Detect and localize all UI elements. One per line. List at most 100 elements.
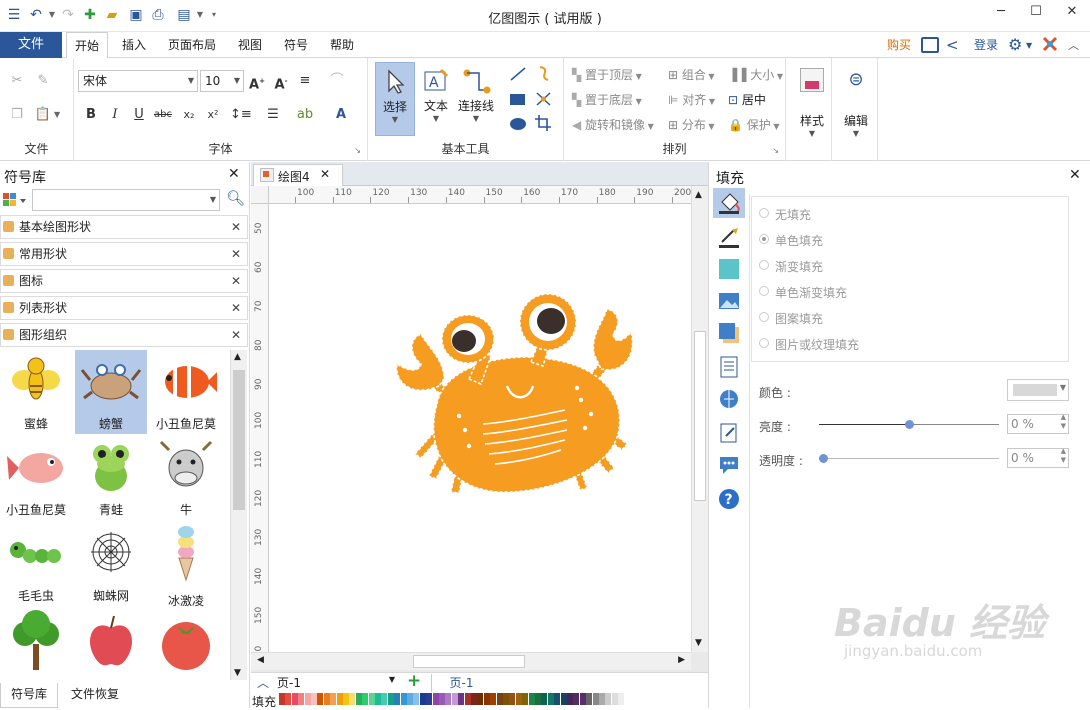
align-text-icon[interactable]: ≡ <box>296 72 314 90</box>
tab-home[interactable]: 开始 <box>66 32 108 59</box>
library-category-list-shapes[interactable]: 列表形状 ✕ <box>0 296 248 320</box>
color-swatch[interactable] <box>285 693 292 705</box>
bring-to-front-button[interactable]: ▚ 置于顶层 ▼ <box>572 66 642 83</box>
tab-page-layout[interactable]: 页面布局 <box>162 32 222 58</box>
symbol-apple[interactable] <box>75 608 147 678</box>
library-category-basic-shapes[interactable]: 基本绘图形状 ✕ <box>0 215 248 239</box>
italic-icon[interactable]: I <box>106 106 124 124</box>
library-grid-button[interactable] <box>2 191 28 209</box>
symbol-caterpillar[interactable]: 毛毛虫 <box>0 522 72 606</box>
close-library-icon[interactable]: ✕ <box>228 166 240 182</box>
color-swatch[interactable] <box>592 693 599 705</box>
settings-dropdown-icon[interactable]: ▼ <box>1026 41 1032 50</box>
fill-bucket-icon[interactable] <box>718 192 740 214</box>
color-swatch[interactable] <box>490 693 497 705</box>
format-painter-icon[interactable]: ✎ <box>34 72 52 90</box>
color-swatch[interactable] <box>298 693 305 705</box>
maximize-button[interactable]: ☐ <box>1025 4 1047 24</box>
paste-icon[interactable]: 📋 <box>34 106 52 124</box>
close-fill-panel-icon[interactable]: ✕ <box>1069 167 1081 183</box>
tab-insert[interactable]: 插入 <box>116 32 152 58</box>
edit-button[interactable]: ⊜ 编辑 ▼ <box>834 64 878 150</box>
note-icon[interactable] <box>718 422 740 444</box>
color-swatch[interactable] <box>522 693 529 705</box>
cut-icon[interactable]: ✂ <box>8 72 26 90</box>
color-swatch[interactable] <box>362 693 369 705</box>
transparency-slider[interactable] <box>819 454 999 463</box>
bullet-list-icon[interactable]: ☰ <box>264 106 282 124</box>
image-icon[interactable] <box>718 290 740 312</box>
color-swatch[interactable] <box>483 693 490 705</box>
color-swatch[interactable] <box>541 693 548 705</box>
symbol-tomato[interactable] <box>150 608 222 678</box>
send-to-back-button[interactable]: ▚ 置于底层 ▼ <box>572 91 642 108</box>
color-swatch[interactable] <box>599 693 605 705</box>
color-swatch[interactable] <box>586 693 593 705</box>
color-swatch[interactable] <box>394 693 401 705</box>
color-swatch[interactable] <box>579 693 586 705</box>
select-tool-button[interactable]: 选择 ▼ <box>375 62 415 136</box>
font-name-combo[interactable]: 宋体 ▼ <box>78 70 198 92</box>
help-icon[interactable]: ? <box>718 488 740 510</box>
color-swatch[interactable] <box>336 693 343 705</box>
color-swatch[interactable] <box>343 693 349 705</box>
line-spacing-icon[interactable]: ↕≡ <box>230 106 252 124</box>
scroll-up-icon[interactable]: ▲ <box>234 352 241 362</box>
library-category-graphic-org[interactable]: 图形组织 ✕ <box>0 323 248 347</box>
tab-symbol-library[interactable]: 符号库 <box>0 683 58 708</box>
fill-color-picker[interactable]: ▼ <box>1007 379 1069 401</box>
color-swatch[interactable] <box>458 693 465 705</box>
strikethrough-icon[interactable]: abc <box>154 106 172 124</box>
fill-option-solid[interactable]: 单色填充 <box>759 232 823 249</box>
comment-icon[interactable] <box>718 454 740 476</box>
brightness-slider[interactable] <box>819 420 999 429</box>
scroll-down-icon[interactable]: ▼ <box>234 668 241 678</box>
symbol-frog[interactable]: 青蛙 <box>75 436 147 520</box>
color-swatch[interactable] <box>554 693 561 705</box>
color-swatch[interactable] <box>439 693 445 705</box>
canvas-vscroll-thumb[interactable] <box>694 331 706 501</box>
text-tool-button[interactable]: A 文本 ▼ <box>416 62 456 136</box>
font-color-icon[interactable]: A <box>332 106 350 124</box>
line-shape-icon[interactable] <box>508 66 528 85</box>
color-swatch[interactable] <box>573 693 580 705</box>
connection-point-icon[interactable] <box>534 90 554 111</box>
fill-option-solid-gradient[interactable]: 单色渐变填充 <box>759 284 847 301</box>
color-swatch[interactable] <box>605 693 612 705</box>
transparency-slider-knob[interactable] <box>819 454 828 463</box>
minimize-button[interactable]: ─ <box>990 4 1012 24</box>
spinner-icon[interactable]: ▲ ▼ <box>1061 447 1066 465</box>
color-swatch[interactable] <box>547 693 554 705</box>
hyperlink-icon[interactable] <box>718 388 740 410</box>
color-swatch[interactable] <box>471 693 477 705</box>
transparency-input[interactable]: 0 % ▲ ▼ <box>1007 447 1069 468</box>
color-swatch[interactable] <box>451 693 458 705</box>
library-search-input[interactable]: ▼ <box>32 189 220 211</box>
center-button[interactable]: ⊡ 居中 <box>728 91 766 108</box>
close-category-icon[interactable]: ✕ <box>231 216 241 238</box>
grow-font-icon[interactable]: A+ <box>248 72 266 92</box>
copy-icon[interactable]: ❐ <box>8 106 26 124</box>
tab-view[interactable]: 视图 <box>232 32 268 58</box>
color-swatch[interactable] <box>464 693 471 705</box>
login-link[interactable]: 登录 <box>970 32 1002 58</box>
color-swatch[interactable] <box>323 693 330 705</box>
crab-drawing[interactable] <box>269 204 691 652</box>
color-swatch[interactable] <box>509 693 516 705</box>
color-swatch[interactable] <box>611 693 618 705</box>
close-category-icon[interactable]: ✕ <box>231 324 241 346</box>
color-swatches[interactable] <box>279 693 631 705</box>
spinner-icon[interactable]: ▲ ▼ <box>1061 413 1066 431</box>
color-swatch[interactable] <box>445 693 452 705</box>
shadow-color-icon[interactable] <box>718 258 740 280</box>
symbol-cow[interactable]: 牛 <box>150 436 222 520</box>
page-combo[interactable]: 页-1 ▼ <box>277 674 397 691</box>
symbol-bee[interactable]: 蜜蜂 <box>0 350 72 434</box>
scroll-right-icon[interactable]: ▶ <box>678 655 685 665</box>
line-style-icon[interactable] <box>718 226 740 248</box>
library-category-icons[interactable]: 图标 ✕ <box>0 269 248 293</box>
close-window-button[interactable]: ✕ <box>1061 4 1083 24</box>
color-swatch[interactable] <box>279 693 285 705</box>
underline-icon[interactable]: U <box>130 106 148 124</box>
document-tab[interactable]: 绘图4 ✕ <box>253 164 343 186</box>
